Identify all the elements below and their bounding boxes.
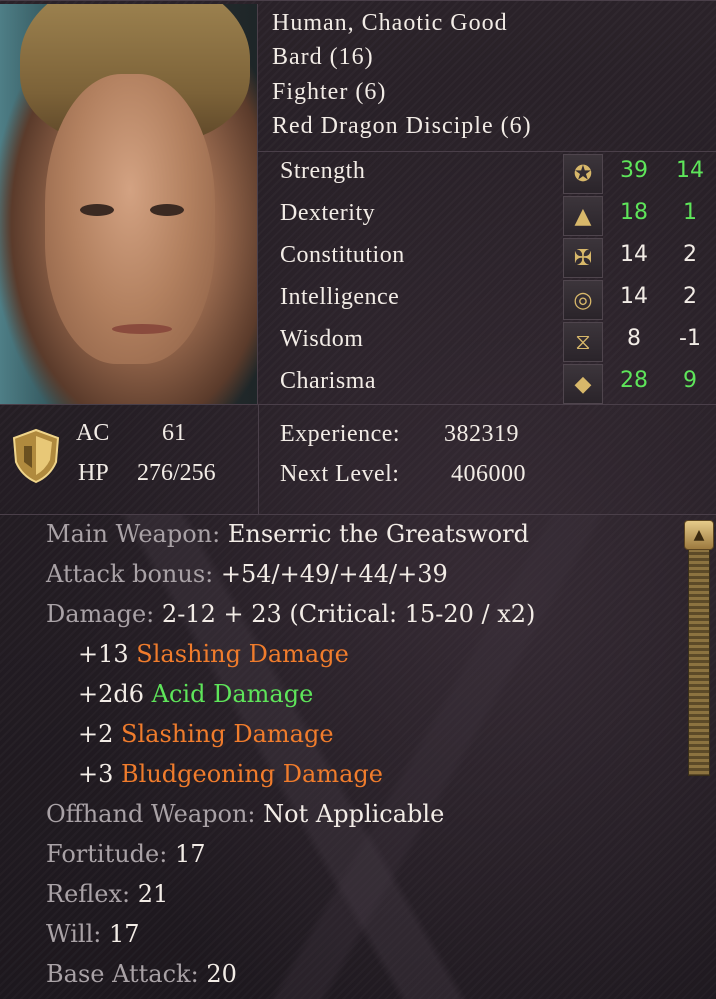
ability-modifier: 1 bbox=[683, 200, 697, 225]
portrait-mouth bbox=[112, 324, 172, 334]
summary-divider bbox=[0, 514, 716, 515]
ability-modifier: -1 bbox=[679, 326, 701, 351]
race-alignment: Human, Chaotic Good bbox=[272, 10, 508, 36]
ability-name: Strength bbox=[280, 158, 366, 184]
damage-value: 2-12 + 23 (Critical: 15-20 / x2) bbox=[161, 600, 536, 628]
bonus-damage-amount: +2 bbox=[78, 720, 114, 748]
triangle-icon: ▲ bbox=[563, 196, 603, 236]
reflex-label: Reflex: bbox=[46, 880, 131, 908]
portrait-left-eye bbox=[80, 204, 114, 216]
class-line-2: Fighter (6) bbox=[272, 79, 387, 105]
bonus-damage-line: +2d6 Acid Damage bbox=[78, 680, 313, 708]
damage-line: Damage: 2-12 + 23 (Critical: 15-20 / x2) bbox=[46, 600, 535, 628]
ability-name: Intelligence bbox=[280, 284, 400, 310]
class-line-3: Red Dragon Disciple (6) bbox=[272, 113, 532, 139]
ability-name: Charisma bbox=[280, 368, 376, 394]
ability-score: 14 bbox=[620, 242, 648, 267]
ability-score: 39 bbox=[620, 158, 648, 183]
ability-row-dexterity[interactable]: Dexterity ▲ 18 1 bbox=[262, 194, 716, 236]
next-level-value: 406000 bbox=[451, 461, 526, 487]
bonus-damage-type: Slashing Damage bbox=[136, 640, 349, 668]
will-label: Will: bbox=[46, 920, 102, 948]
top-border bbox=[0, 0, 716, 1]
offhand-value: Not Applicable bbox=[263, 800, 445, 828]
reflex-value: 21 bbox=[137, 880, 169, 908]
main-weapon-value[interactable]: Enserric the Greatsword bbox=[228, 520, 529, 548]
ability-score: 28 bbox=[620, 368, 648, 393]
fortitude-label: Fortitude: bbox=[46, 840, 168, 868]
ability-row-constitution[interactable]: Constitution ✠ 14 2 bbox=[262, 236, 716, 278]
ability-modifier: 9 bbox=[683, 368, 697, 393]
class-line-1: Bard (16) bbox=[272, 44, 374, 70]
ability-score: 14 bbox=[620, 284, 648, 309]
experience-label: Experience: bbox=[280, 421, 401, 447]
ability-score: 8 bbox=[627, 326, 641, 351]
bonus-damage-line: +13 Slashing Damage bbox=[78, 640, 349, 668]
bonus-damage-line: +3 Bludgeoning Damage bbox=[78, 760, 383, 788]
bonus-damage-line: +2 Slashing Damage bbox=[78, 720, 334, 748]
summary-vertical-divider bbox=[258, 404, 259, 514]
ability-score: 18 bbox=[620, 200, 648, 225]
bonus-damage-type: Acid Damage bbox=[151, 680, 314, 708]
offhand-line: Offhand Weapon: Not Applicable bbox=[46, 800, 444, 828]
will-value: 17 bbox=[109, 920, 140, 948]
ability-name: Dexterity bbox=[280, 200, 376, 226]
stats-divider bbox=[0, 404, 716, 405]
cross-icon: ✠ bbox=[563, 238, 603, 278]
ring-icon: ◎ bbox=[563, 280, 603, 320]
ability-row-charisma[interactable]: Charisma ◆ 28 9 bbox=[262, 362, 716, 404]
ability-row-strength[interactable]: Strength ✪ 39 14 bbox=[262, 152, 716, 194]
base-attack-line: Base Attack: 20 bbox=[46, 960, 237, 988]
base-attack-label: Base Attack: bbox=[46, 960, 199, 988]
fortitude-value: 17 bbox=[174, 840, 206, 868]
ability-modifier: 2 bbox=[683, 242, 697, 267]
main-weapon-line: Main Weapon: Enserric the Greatsword bbox=[46, 520, 529, 548]
ability-modifier: 14 bbox=[676, 158, 704, 183]
hp-value: 276/256 bbox=[137, 460, 216, 486]
diamond-icon: ◆ bbox=[563, 364, 603, 404]
fortitude-line: Fortitude: 17 bbox=[46, 840, 206, 868]
bonus-damage-amount: +3 bbox=[78, 760, 114, 788]
will-line: Will: 17 bbox=[46, 920, 140, 948]
ac-label: AC bbox=[76, 420, 110, 446]
scroll-up-button[interactable]: ▲ bbox=[684, 520, 714, 550]
hp-label: HP bbox=[78, 460, 109, 486]
damage-label: Damage: bbox=[46, 600, 155, 628]
scrollbar-track[interactable] bbox=[688, 524, 710, 776]
attack-bonus-value: +54/+49/+44/+39 bbox=[220, 560, 448, 588]
ability-row-wisdom[interactable]: Wisdom ⧖ 8 -1 bbox=[262, 320, 716, 362]
hourglass-icon: ⧖ bbox=[563, 322, 603, 362]
offhand-label: Offhand Weapon: bbox=[46, 800, 256, 828]
portrait-face bbox=[45, 74, 215, 364]
base-attack-value: 20 bbox=[206, 960, 237, 988]
attack-bonus-label: Attack bonus: bbox=[46, 560, 214, 588]
bonus-damage-amount: +2d6 bbox=[78, 680, 145, 708]
bonus-damage-type: Bludgeoning Damage bbox=[121, 760, 383, 788]
ability-modifier: 2 bbox=[683, 284, 697, 309]
experience-value: 382319 bbox=[444, 421, 519, 447]
fist-icon: ✪ bbox=[563, 154, 603, 194]
character-portrait[interactable] bbox=[0, 4, 258, 404]
bonus-damage-amount: +13 bbox=[78, 640, 129, 668]
next-level-label: Next Level: bbox=[280, 461, 400, 487]
bonus-damage-type: Slashing Damage bbox=[121, 720, 334, 748]
ability-name: Constitution bbox=[280, 242, 405, 268]
ability-name: Wisdom bbox=[280, 326, 364, 352]
ac-value: 61 bbox=[162, 420, 186, 446]
attack-bonus-line: Attack bonus: +54/+49/+44/+39 bbox=[46, 560, 448, 588]
ability-row-intelligence[interactable]: Intelligence ◎ 14 2 bbox=[262, 278, 716, 320]
portrait-right-eye bbox=[150, 204, 184, 216]
main-weapon-label: Main Weapon: bbox=[46, 520, 221, 548]
shield-icon bbox=[12, 428, 60, 484]
reflex-line: Reflex: 21 bbox=[46, 880, 168, 908]
